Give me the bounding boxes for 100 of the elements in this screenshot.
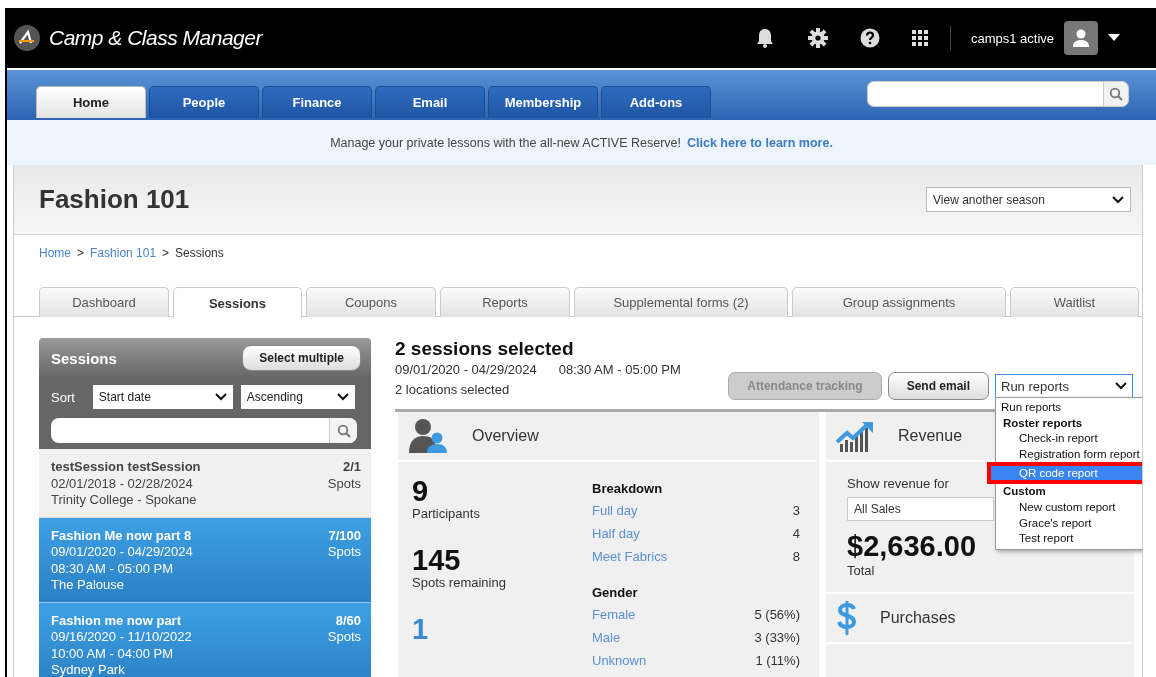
dollar-icon xyxy=(836,600,858,636)
sort-order-select[interactable]: Ascending xyxy=(240,385,355,409)
stat-value: 145 xyxy=(412,545,462,575)
section-tab[interactable]: Waitlist xyxy=(1010,287,1139,317)
page-title: Fashion 101 xyxy=(39,184,190,215)
nav-tab[interactable]: Finance xyxy=(262,86,372,118)
panel-title: Sessions xyxy=(51,349,117,367)
menu-option[interactable]: Check-in report xyxy=(996,431,1142,447)
session-detail: Sydney Park xyxy=(51,662,126,677)
spots-count: 8/60 xyxy=(334,612,361,629)
card-title: Purchases xyxy=(880,609,956,627)
menu-option[interactable]: New custom report xyxy=(996,499,1142,516)
session-item[interactable]: Fashion me now part 09/16/2020 - 11/10/2022 10:00 AM - 04:00 PM Sydney Park 8/60 Spots xyxy=(39,602,371,677)
logo-icon xyxy=(13,24,41,52)
session-detail: Trinity College - Spokane xyxy=(51,492,198,509)
nav-tab[interactable]: People xyxy=(149,86,259,118)
nav-tab[interactable]: Home xyxy=(36,86,146,118)
revenue-amount: $2,636.00 xyxy=(847,529,976,563)
section-tab[interactable]: Group assignments xyxy=(792,287,1006,317)
spots-count: 7/100 xyxy=(327,527,361,544)
section-tab[interactable]: Sessions xyxy=(173,287,302,318)
group-title: Gender xyxy=(592,585,639,600)
section-tab[interactable]: Supplemental forms (2) xyxy=(574,287,788,317)
revenue-filter-select[interactable]: All Sales xyxy=(847,497,994,521)
stat-label: Participants xyxy=(412,506,481,521)
group-title: Breakdown xyxy=(592,481,664,496)
selection-title: 2 sessions selected xyxy=(395,338,575,360)
breadcrumb-link[interactable]: Home xyxy=(39,246,71,287)
chevron-down-icon xyxy=(1112,195,1124,204)
caret-icon[interactable] xyxy=(1108,34,1120,42)
stat-label: Spots remaining xyxy=(412,575,507,590)
menu-option[interactable]: Registration form report xyxy=(996,446,1142,463)
section-tab[interactable]: Dashboard xyxy=(39,287,169,317)
breakdown-value: 4 xyxy=(792,525,800,543)
breadcrumb-current: Sessions xyxy=(175,246,224,262)
learn-more-link[interactable]: Click here to learn more. xyxy=(687,135,833,150)
section-tab[interactable]: Coupons xyxy=(306,287,436,317)
nav-tab[interactable]: Add-ons xyxy=(601,86,711,118)
breakdown-value: 8 xyxy=(792,548,800,566)
apps-grid-icon[interactable] xyxy=(911,30,928,46)
menu-group-label: Custom xyxy=(1002,484,1047,500)
chevron-down-icon xyxy=(214,393,227,401)
session-name: Fashion me now part xyxy=(51,612,182,629)
select-multiple-button[interactable]: Select multiple xyxy=(242,345,361,371)
growth-chart-icon xyxy=(836,420,876,452)
avatar[interactable] xyxy=(1064,21,1098,55)
people-icon xyxy=(408,418,450,454)
app-name: Camp & Class Manager xyxy=(49,26,262,50)
spots-label: Spots xyxy=(327,544,361,561)
search-icon xyxy=(336,423,351,438)
card-title: Overview xyxy=(472,427,539,445)
amount-label: Total xyxy=(847,563,876,578)
spots-label: Spots xyxy=(327,475,361,492)
breadcrumb-separator: > xyxy=(162,246,170,262)
section-tab[interactable]: Reports xyxy=(440,287,570,317)
date-range: 09/01/2020 - 04/29/2024 xyxy=(395,362,537,377)
nav-tab[interactable]: Membership xyxy=(488,86,598,118)
locations-count: 2 locations selected xyxy=(395,381,511,399)
action-button[interactable]: Send email xyxy=(887,372,989,400)
menu-option[interactable]: Run reports xyxy=(996,400,1142,416)
session-detail: 10:00 AM - 04:00 PM xyxy=(51,645,175,662)
search-icon xyxy=(1109,87,1123,101)
search-field[interactable] xyxy=(51,418,357,443)
run-reports-select[interactable]: Run reports xyxy=(995,374,1133,398)
session-item[interactable]: Fashion Me now part 8 09/01/2020 - 04/29/2024 08:30 AM - 05:00 PM The Palouse 7/100 Spots xyxy=(39,517,371,603)
breakdown-value: 1 (11%) xyxy=(755,652,800,670)
session-name: Fashion Me now part 8 xyxy=(51,527,193,544)
search-field[interactable] xyxy=(867,81,1103,107)
spots-label: Spots xyxy=(327,629,361,646)
breakdown-value: 3 xyxy=(792,502,800,520)
session-name: testSession testSession xyxy=(51,459,201,476)
session-detail: 09/16/2020 - 11/10/2022 xyxy=(51,629,192,646)
stat-value: 9 xyxy=(412,476,430,506)
season-select[interactable]: View another season xyxy=(926,187,1131,212)
menu-option[interactable]: QR code report xyxy=(987,462,1142,485)
nav-tab[interactable]: Email xyxy=(375,86,485,118)
sort-field-select[interactable]: Start date xyxy=(92,385,233,409)
chevron-down-icon xyxy=(1115,382,1127,390)
session-detail: 08:30 AM - 05:00 PM xyxy=(51,560,175,577)
session-detail: 02/01/2018 - 02/28/2024 xyxy=(51,475,194,492)
menu-option[interactable]: Test report xyxy=(996,531,1142,547)
breadcrumb-link[interactable]: Fashion 101 xyxy=(90,246,157,287)
menu-option[interactable]: Grace's report xyxy=(996,515,1142,532)
card-title: Revenue xyxy=(898,427,963,445)
session-detail: 09/01/2020 - 04/29/2024 xyxy=(51,544,193,561)
breakdown-value: 5 (56%) xyxy=(754,606,800,624)
session-item[interactable]: testSession testSession 02/01/2018 - 02/28/2024 Trinity College - Spokane 2/1 Spots xyxy=(39,449,371,518)
spots-count: 2/1 xyxy=(341,459,361,476)
help-icon[interactable] xyxy=(859,28,880,48)
settings-icon[interactable] xyxy=(807,28,828,48)
breakdown-value: 3 (33%) xyxy=(754,629,800,647)
time-range: 08:30 AM - 05:00 PM xyxy=(558,362,681,377)
user-name: camps1 active xyxy=(970,30,1054,46)
chevron-down-icon xyxy=(336,393,349,401)
search-button[interactable] xyxy=(1103,81,1129,107)
menu-group-label: Roster reports xyxy=(1002,415,1084,431)
sort-label: Sort xyxy=(51,389,75,405)
banner-text: Manage your private lessons with the all-new ACTIVE Reserve! xyxy=(330,135,681,150)
session-detail: The Palouse xyxy=(51,577,125,594)
breadcrumb-separator: > xyxy=(77,246,85,262)
